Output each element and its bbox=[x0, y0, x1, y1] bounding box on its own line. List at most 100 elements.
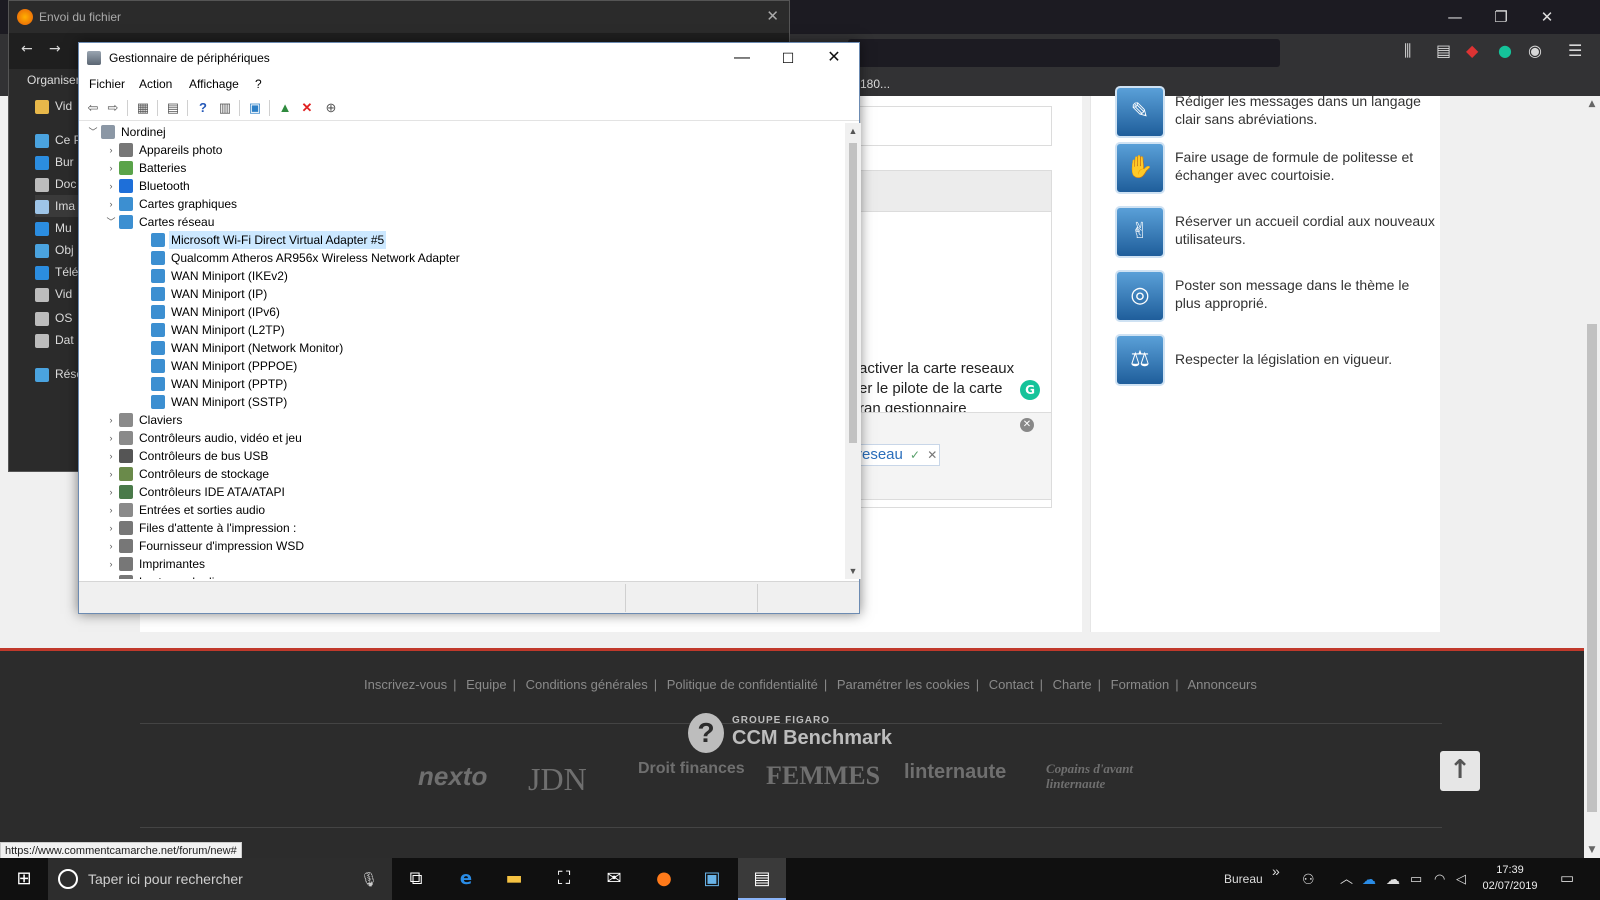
grammarly-icon[interactable]: ● bbox=[1498, 41, 1512, 60]
close-icon[interactable]: ✕ bbox=[766, 1, 779, 33]
partner-logo[interactable]: nexto bbox=[418, 761, 487, 792]
subject-input[interactable] bbox=[858, 106, 1052, 146]
expand-chevron-icon[interactable]: › bbox=[105, 447, 117, 465]
partner-logo[interactable]: JDN bbox=[528, 761, 587, 798]
account-icon[interactable]: ◉ bbox=[1528, 41, 1542, 60]
taskbar-search[interactable]: Taper ici pour rechercher 🎙 bbox=[48, 858, 392, 900]
expand-chevron-icon[interactable]: › bbox=[105, 537, 117, 555]
footer-link[interactable]: Annonceurs bbox=[1188, 677, 1257, 692]
menu-icon[interactable]: ☰ bbox=[1568, 41, 1582, 60]
battery-icon[interactable]: ▭ bbox=[1410, 858, 1422, 900]
menu-file[interactable]: Fichier bbox=[89, 77, 125, 91]
mail-icon[interactable]: ✉ bbox=[590, 858, 638, 900]
tree-label: WAN Miniport (SSTP) bbox=[171, 395, 288, 409]
toolbar-expand-icon[interactable]: » bbox=[1272, 850, 1280, 892]
uninstall-device-icon[interactable]: ✕ bbox=[299, 100, 315, 116]
menu-help[interactable]: ? bbox=[255, 77, 262, 91]
menu-action[interactable]: Action bbox=[139, 77, 172, 91]
update-driver-view-icon[interactable]: ▥ bbox=[217, 100, 233, 116]
collapse-chevron-icon[interactable]: ﹀ bbox=[105, 213, 117, 231]
store-icon[interactable]: ⛶ bbox=[540, 858, 588, 900]
partner-logo[interactable]: FEMMES bbox=[766, 761, 880, 791]
menu-view[interactable]: Affichage bbox=[189, 77, 239, 91]
clock[interactable]: 17:39 02/07/2019 bbox=[1478, 862, 1542, 894]
collapse-chevron-icon[interactable]: ﹀ bbox=[87, 123, 99, 141]
cloud-icon[interactable]: ☁ bbox=[1386, 858, 1400, 900]
minimize-icon[interactable]: — bbox=[719, 43, 765, 73]
scroll-thumb[interactable] bbox=[1587, 324, 1597, 812]
footer-link[interactable]: Contact bbox=[989, 677, 1034, 692]
windows-start-icon[interactable]: ⊞ bbox=[0, 858, 48, 900]
expand-chevron-icon[interactable]: › bbox=[105, 177, 117, 195]
scroll-down-arrow-icon[interactable]: ▼ bbox=[1584, 842, 1600, 858]
tree-scrollbar[interactable]: ▲ ▼ bbox=[845, 123, 861, 579]
footer-link[interactable]: Paramétrer les cookies bbox=[837, 677, 970, 692]
file-explorer-icon[interactable]: ▬ bbox=[490, 858, 538, 900]
tag-chip[interactable]: reseau ✓ ✕ bbox=[854, 444, 940, 466]
expand-chevron-icon[interactable]: › bbox=[105, 159, 117, 177]
back-icon[interactable]: ⇦ bbox=[85, 100, 101, 116]
forward-icon[interactable]: ⇨ bbox=[105, 100, 121, 116]
clear-tags-icon[interactable]: ✕ bbox=[1020, 418, 1034, 432]
expand-chevron-icon[interactable]: › bbox=[105, 519, 117, 537]
expand-chevron-icon[interactable]: › bbox=[105, 573, 117, 579]
back-icon[interactable]: ← bbox=[21, 41, 33, 57]
footer-link[interactable]: Conditions générales bbox=[526, 677, 648, 692]
device-manager-taskbar-icon[interactable]: ▤ bbox=[738, 858, 786, 900]
onedrive-icon[interactable]: ☁ bbox=[1362, 858, 1376, 900]
bookmark-item[interactable]: 180... bbox=[860, 77, 890, 91]
ublock-icon[interactable]: ◆ bbox=[1466, 41, 1478, 60]
edge-icon[interactable]: e bbox=[442, 858, 490, 900]
partner-logo[interactable]: Droit finances bbox=[638, 761, 748, 777]
expand-chevron-icon[interactable]: › bbox=[105, 195, 117, 213]
people-icon[interactable]: ⚇ bbox=[1302, 858, 1315, 900]
expand-chevron-icon[interactable]: › bbox=[105, 483, 117, 501]
control-panel-icon[interactable]: ▣ bbox=[688, 858, 736, 900]
footer-link[interactable]: Equipe bbox=[466, 677, 506, 692]
maximize-icon[interactable]: ☐ bbox=[765, 43, 811, 73]
library-icon[interactable]: ⫼ bbox=[1404, 41, 1411, 61]
footer-link[interactable]: Formation bbox=[1111, 677, 1170, 692]
close-icon[interactable]: ✕ bbox=[1524, 0, 1570, 34]
expand-chevron-icon[interactable]: › bbox=[105, 465, 117, 483]
expand-chevron-icon[interactable]: › bbox=[105, 555, 117, 573]
task-view-icon[interactable]: ⧉ bbox=[392, 858, 440, 900]
scroll-down-arrow-icon[interactable]: ▼ bbox=[845, 563, 861, 579]
scroll-thumb[interactable] bbox=[849, 143, 857, 443]
help-icon[interactable]: ? bbox=[195, 100, 211, 116]
microphone-icon[interactable]: 🎙 bbox=[360, 858, 378, 900]
footer-link[interactable]: Politique de confidentialité bbox=[667, 677, 818, 692]
scroll-up-arrow-icon[interactable]: ▲ bbox=[845, 123, 861, 139]
footer-link[interactable]: Charte bbox=[1053, 677, 1092, 692]
expand-chevron-icon[interactable]: › bbox=[105, 411, 117, 429]
organize-button[interactable]: Organiser bbox=[27, 73, 80, 87]
minimize-icon[interactable]: — bbox=[1432, 0, 1478, 34]
footer-link[interactable]: Inscrivez-vous bbox=[364, 677, 447, 692]
grammarly-badge-icon[interactable]: G bbox=[1020, 380, 1040, 400]
disable-device-icon[interactable]: ⊕ bbox=[323, 100, 339, 116]
scan-hardware-icon[interactable]: ▣ bbox=[247, 100, 263, 116]
restore-icon[interactable]: ❐ bbox=[1478, 0, 1524, 34]
expand-chevron-icon[interactable]: › bbox=[105, 429, 117, 447]
partner-logo[interactable]: Copains d'avant linternaute bbox=[1046, 761, 1176, 791]
show-hide-tree-icon[interactable]: ▦ bbox=[135, 100, 151, 116]
notifications-icon[interactable]: ▭ bbox=[1560, 858, 1574, 900]
forward-icon[interactable]: → bbox=[49, 41, 61, 57]
scroll-up-arrow-icon[interactable]: ▲ bbox=[1584, 96, 1600, 112]
firefox-icon[interactable]: ● bbox=[640, 858, 688, 900]
sidebar-icon[interactable]: ▤ bbox=[1436, 41, 1451, 60]
desktop-toolbar[interactable]: Bureau bbox=[1224, 858, 1263, 900]
remove-tag-icon[interactable]: ✕ bbox=[927, 448, 937, 462]
enable-device-icon[interactable]: ▲ bbox=[277, 100, 293, 116]
show-hidden-icons-icon[interactable]: ︿ bbox=[1340, 858, 1353, 900]
scroll-top-arrow-icon[interactable]: ↑ bbox=[1440, 751, 1480, 791]
partner-logo[interactable]: linternaute bbox=[904, 761, 1006, 784]
page-scrollbar[interactable]: ▲ ▼ bbox=[1584, 96, 1600, 858]
url-bar[interactable] bbox=[848, 39, 1280, 67]
volume-icon[interactable]: ◁ bbox=[1456, 858, 1466, 900]
close-icon[interactable]: ✕ bbox=[811, 43, 857, 73]
wifi-icon[interactable]: ◠ bbox=[1434, 858, 1445, 900]
expand-chevron-icon[interactable]: › bbox=[105, 501, 117, 519]
expand-chevron-icon[interactable]: › bbox=[105, 141, 117, 159]
properties-icon[interactable]: ▤ bbox=[165, 100, 181, 116]
